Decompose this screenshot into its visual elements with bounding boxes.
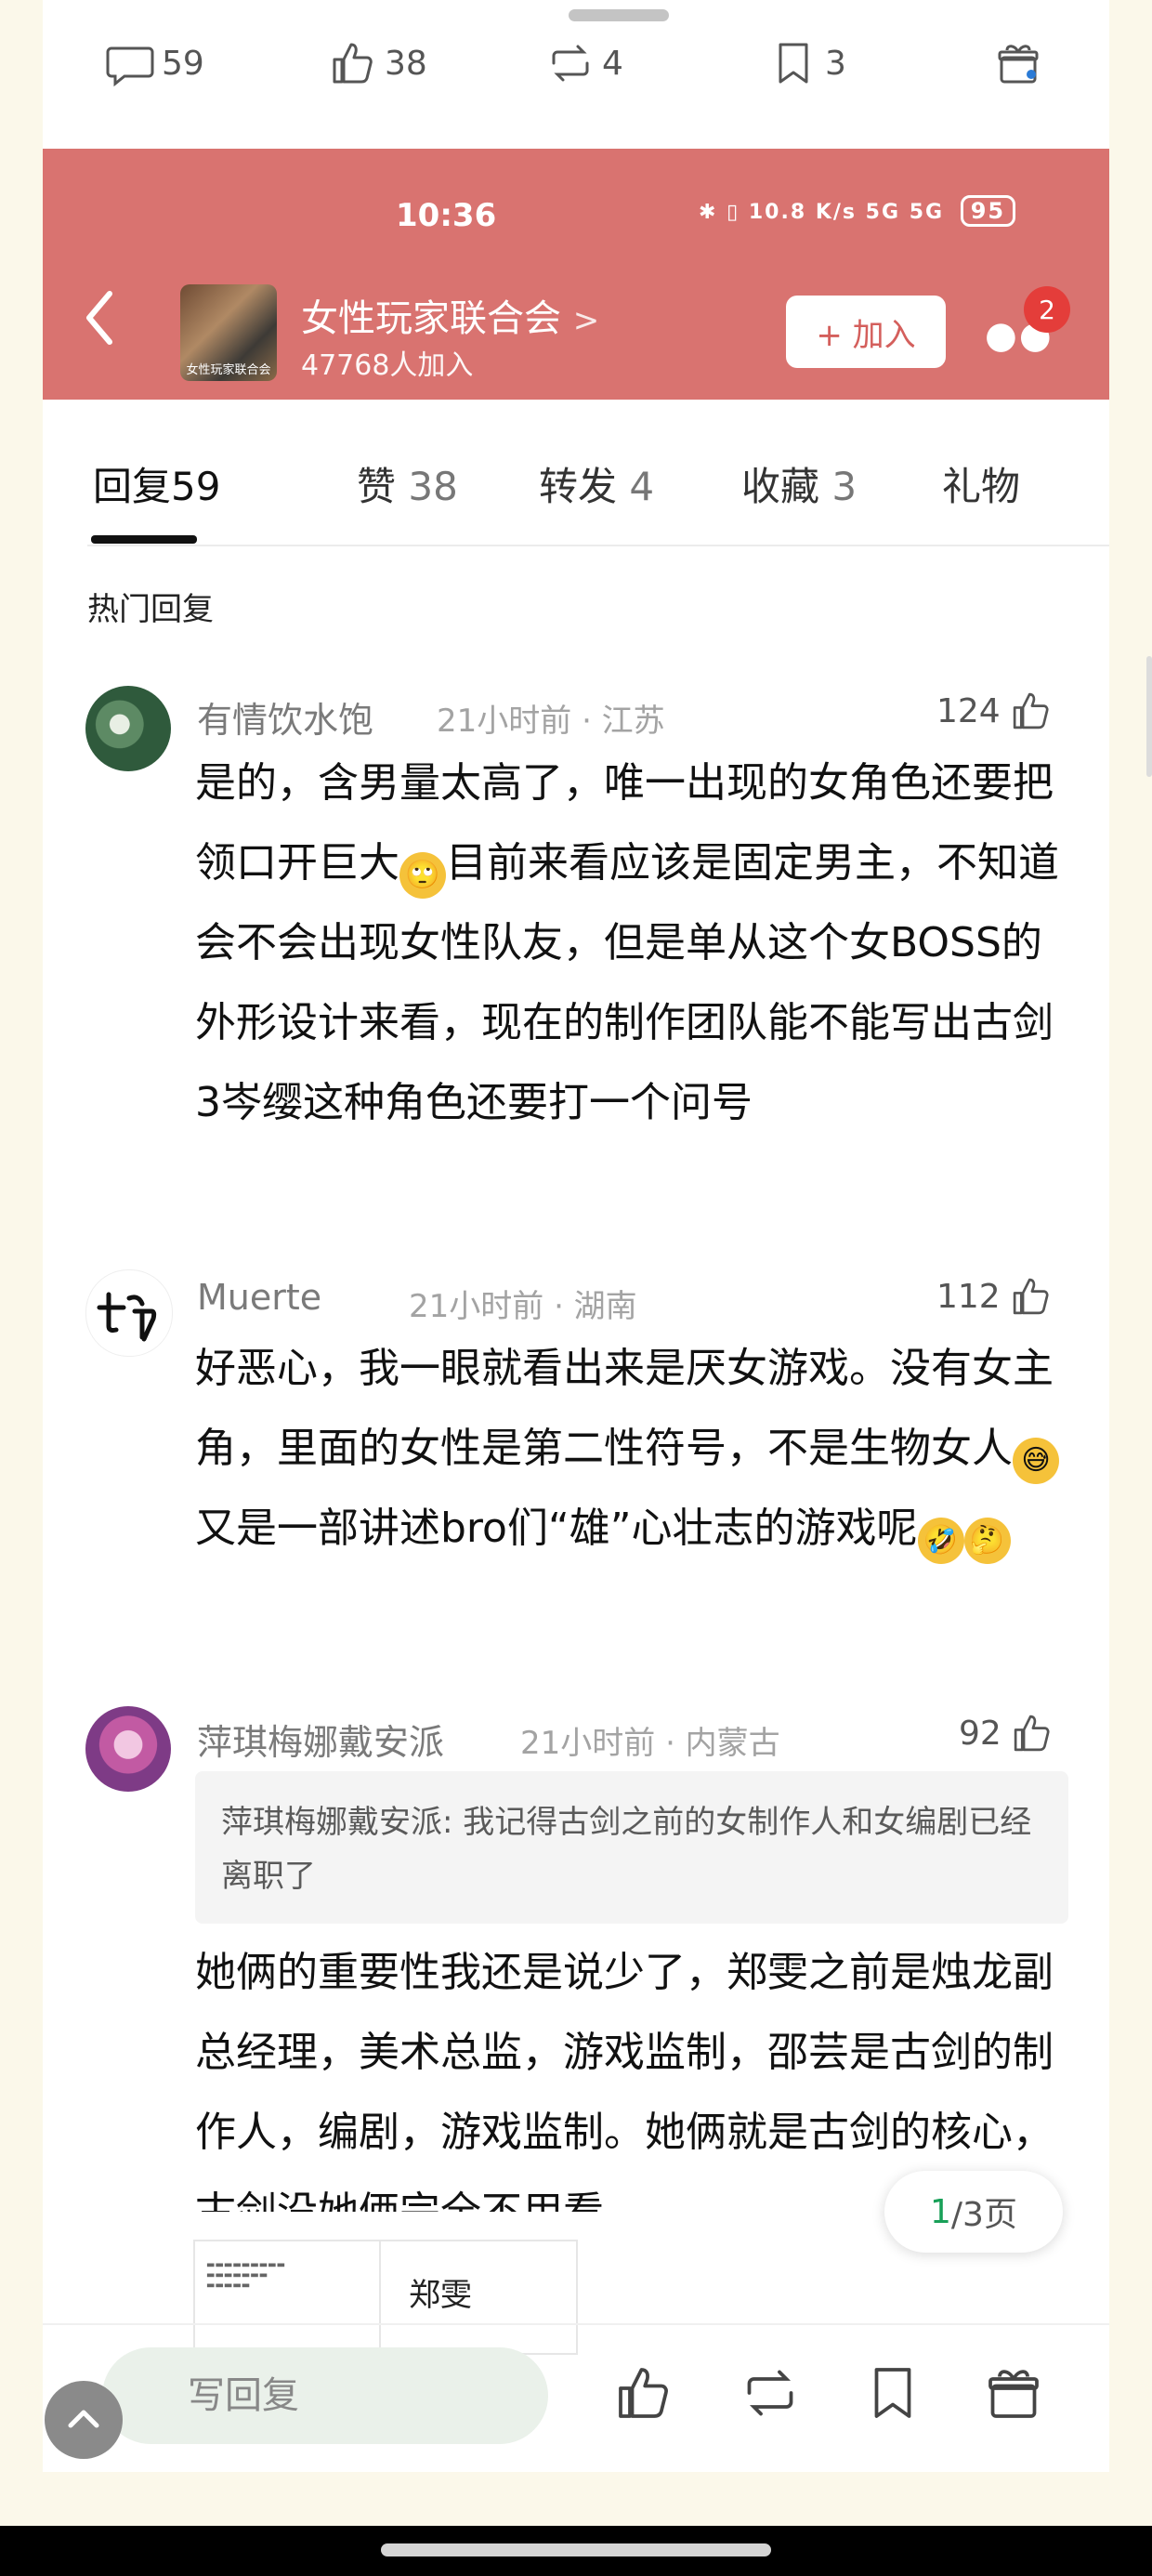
comment-image[interactable]: ▬▬▬▬▬▬▬▬▬ ▬▬▬▬▬▬▬ ▬▬▬▬▬ 郑雯 [193,2240,578,2355]
comment-count: 59 [162,44,204,83]
comment-action[interactable]: 59 [104,35,204,91]
tab-likes[interactable]: 赞 38 [357,455,458,512]
thumbs-up-icon [333,43,373,84]
signal-text: 5G 5G [865,201,945,224]
tab-label: 回复 [93,464,172,509]
group-avatar-caption: 女性玩家联合会 [186,363,271,377]
bottom-bar-divider [43,2323,1109,2325]
avatar[interactable] [85,1706,171,1792]
chevron-right-icon: > [572,302,600,339]
net-speed: 10.8 K/s [748,201,857,224]
tab-reposts[interactable]: 转发 4 [539,455,654,512]
battery-level: 95 [960,195,1016,227]
comment-like-count: 92 [959,1714,1001,1753]
gift-action[interactable] [992,35,1044,91]
tab-count: 38 [408,464,458,509]
post-action-bar: 59 38 4 3 [43,28,1109,102]
group-name-link[interactable]: 女性玩家联合会 > [301,288,599,342]
comment-like-button[interactable]: 124 [936,688,1054,734]
repost-icon[interactable] [738,2360,803,2425]
gift-icon[interactable] [981,2360,1046,2425]
comment-text: 她俩的重要性我还是说少了，郑雯之前是烛龙副总经理，美术总监，游戏监制，邵芸是古剑… [195,1949,1054,2212]
tab-label: 赞 [357,464,397,509]
tab-replies[interactable]: 回复59 [93,455,220,512]
gift-icon [998,45,1039,84]
tab-label: 转发 [539,464,618,509]
comment-text: 好恶心，我一眼就看出来是厌女游戏。没有女主角，里面的女性是第二性符号，不是生物女… [195,1329,1068,1569]
reply-input[interactable]: 写回复 [102,2347,548,2444]
current-page: 1 [930,2192,951,2231]
group-header: 10:36 ✱ ▯ 10.8 K/s 5G 5G 95 女性玩家联合会 女性玩家… [43,149,1109,400]
tab-divider [87,545,1109,546]
repost-count: 4 [602,44,623,83]
rofl-emoji: 🤣 [917,1518,964,1564]
page-indicator[interactable]: 1/3页 [884,2171,1063,2253]
thumbs-up-icon [1013,692,1049,729]
active-tab-indicator [91,535,197,544]
avatar[interactable] [85,686,171,771]
thumbs-up-icon[interactable] [611,2360,676,2425]
group-name: 女性玩家联合会 [301,297,561,340]
page-total: /3页 [950,2196,1017,2234]
avatar[interactable] [85,1269,173,1357]
home-indicator[interactable] [381,2543,771,2556]
image-name-text: 郑雯 [409,2277,472,2314]
calligraphy-avatar-icon [97,1292,157,1342]
comment-like-count: 112 [936,1277,1001,1316]
comment-meta: 21小时前 · 江苏 [437,703,665,740]
tab-count: 4 [629,464,655,509]
comment-like-button[interactable]: 92 [959,1710,1055,1756]
comment-icon [106,46,154,87]
comment-text: 是的，含男量太高了，唯一出现的女角色还要把领口开巨大 🙄 目前来看应该是固定男主，不… [195,743,1068,1143]
scroll-indicator [1146,656,1152,777]
detail-tabs: 回复59 赞 38 转发 4 收藏 3 礼物 [87,455,1109,530]
like-action[interactable]: 38 [327,35,427,91]
comment-like-count: 124 [936,691,1001,730]
comment-meta: 21小时前 · 内蒙古 [520,1725,780,1762]
favorite-count: 3 [825,44,846,83]
favorite-action[interactable]: 3 [767,35,846,91]
thumbs-up-icon [1014,1715,1050,1752]
tab-gifts[interactable]: 礼物 [942,455,1020,512]
thinking-emoji: 🤔 [963,1518,1011,1564]
chevron-up-icon [68,2410,99,2428]
join-button[interactable]: + 加入 [786,296,946,368]
post-detail-card: 59 38 4 3 10:36 ✱ ▯ 10.8 K/s 5G 5G 95 女性… [43,0,1152,2472]
comment-meta: 21小时前 · 湖南 [409,1288,637,1325]
bookmark-icon[interactable] [860,2360,925,2425]
comment-author[interactable]: 萍琪梅娜戴安派 [197,1714,444,1765]
tab-label: 收藏 [741,464,820,509]
thumbs-up-icon [1013,1278,1049,1315]
comment-text-part: 好恶心，我一眼就看出来是厌女游戏。没有女主角，里面的女性是第二性符号，不是生物女… [195,1345,1054,1472]
status-icons: ✱ ▯ 10.8 K/s 5G 5G 95 [699,195,1016,227]
eye-roll-emoji: 🙄 [399,852,446,899]
bookmark-icon [779,43,808,84]
notification-badge: 2 [1024,286,1070,333]
tab-count: 3 [831,464,857,509]
section-title: 热门回复 [87,591,214,628]
repost-icon [552,45,589,82]
tab-count: 59 [171,464,221,509]
comment-author[interactable]: 有情饮水饱 [197,691,373,743]
document-thumbnail: ▬▬▬▬▬▬▬▬▬ ▬▬▬▬▬▬▬ ▬▬▬▬▬ [195,2241,381,2353]
repost-action[interactable]: 4 [544,35,623,91]
tab-label: 礼物 [942,464,1021,509]
sweat-smile-emoji: 😅 [1013,1438,1059,1484]
back-arrow-icon[interactable] [80,288,121,348]
comment-text-part: 又是一部讲述bro们“雄”心壮志的游戏呢 [195,1505,918,1552]
comment-author[interactable]: Muerte [197,1277,321,1318]
drag-handle[interactable] [569,9,669,21]
group-avatar[interactable]: 女性玩家联合会 [180,284,277,381]
scroll-to-top-button[interactable] [45,2381,123,2459]
bluetooth-icon: ✱ ▯ [699,201,740,224]
status-time: 10:36 [396,197,497,234]
quoted-reply[interactable]: 萍琪梅娜戴安派: 我记得古剑之前的女制作人和女编剧已经离职了 [195,1771,1068,1924]
group-member-count: 47768人加入 [301,349,474,382]
comment-like-button[interactable]: 112 [936,1273,1054,1320]
like-count: 38 [385,44,427,83]
tab-favorites[interactable]: 收藏 3 [741,455,857,512]
